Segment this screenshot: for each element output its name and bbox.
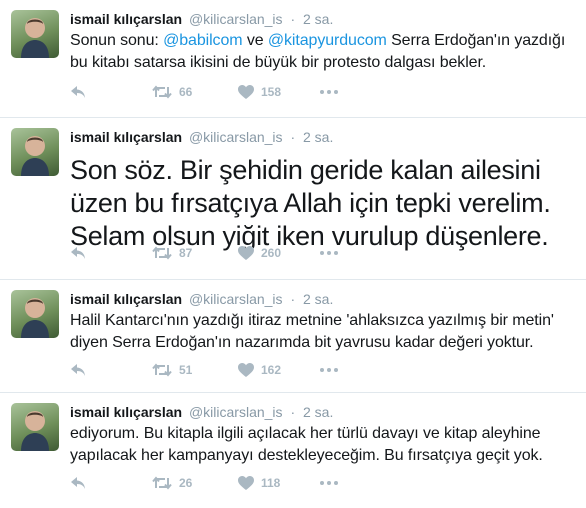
- text-part: ve: [242, 32, 268, 49]
- like-button[interactable]: 162: [238, 363, 320, 377]
- like-count: 162: [261, 363, 282, 377]
- retweet-count: 26: [179, 476, 193, 490]
- avatar[interactable]: [11, 290, 59, 338]
- avatar[interactable]: [11, 128, 59, 176]
- separator-dot: ·: [290, 129, 296, 145]
- tweet[interactable]: ismail kılıçarslan @kilicarslan_is · 2 s…: [0, 280, 586, 393]
- tweet-text: Son söz. Bir şehidin geride kalan ailesi…: [70, 155, 551, 251]
- avatar-photo: [21, 298, 49, 338]
- like-count: 158: [261, 85, 282, 99]
- retweet-icon: [152, 85, 172, 99]
- heart-icon: [238, 363, 254, 377]
- like-button[interactable]: 260: [238, 246, 320, 260]
- tweet-actions: 51 162: [70, 360, 338, 380]
- timestamp[interactable]: 2 sa.: [303, 291, 333, 307]
- retweet-icon: [152, 363, 172, 377]
- tweet-actions: 87 260: [70, 243, 338, 263]
- reply-button[interactable]: [70, 476, 152, 490]
- timestamp[interactable]: 2 sa.: [303, 11, 333, 27]
- tweet-text: Sonun sonu: @babilcom ve @kitapyurducom …: [70, 30, 576, 74]
- heart-icon: [238, 85, 254, 99]
- user-handle[interactable]: @kilicarslan_is: [189, 404, 283, 420]
- more-icon: [320, 90, 338, 94]
- timeline: ismail kılıçarslan @kilicarslan_is · 2 s…: [0, 0, 586, 508]
- retweet-button[interactable]: 66: [152, 85, 238, 99]
- like-count: 118: [261, 476, 281, 490]
- mention-link[interactable]: @babilcom: [163, 32, 242, 49]
- heart-icon: [238, 246, 254, 260]
- reply-icon: [71, 477, 85, 489]
- more-button[interactable]: [320, 481, 338, 485]
- text-part: Sonun sonu:: [70, 32, 164, 49]
- more-icon: [320, 251, 338, 255]
- retweet-icon: [152, 246, 172, 260]
- tweet[interactable]: ismail kılıçarslan @kilicarslan_is · 2 s…: [0, 118, 586, 280]
- user-handle[interactable]: @kilicarslan_is: [189, 291, 283, 307]
- user-fullname[interactable]: ismail kılıçarslan: [70, 404, 182, 420]
- tweet-actions: 26 118: [70, 473, 338, 493]
- retweet-button[interactable]: 87: [152, 246, 238, 260]
- user-fullname[interactable]: ismail kılıçarslan: [70, 291, 182, 307]
- tweet-header: ismail kılıçarslan @kilicarslan_is · 2 s…: [70, 128, 333, 146]
- user-handle[interactable]: @kilicarslan_is: [189, 129, 283, 145]
- retweet-count: 66: [179, 85, 193, 99]
- tweet-text: ediyorum. Bu kitapla ilgili açılacak her…: [70, 425, 543, 464]
- reply-icon: [71, 86, 85, 98]
- tweet-header: ismail kılıçarslan @kilicarslan_is · 2 s…: [70, 290, 333, 308]
- reply-button[interactable]: [70, 246, 152, 260]
- reply-icon: [71, 364, 85, 376]
- user-handle[interactable]: @kilicarslan_is: [189, 11, 283, 27]
- more-icon: [320, 481, 338, 485]
- retweet-count: 51: [179, 363, 193, 377]
- tweet-actions: 66 158: [70, 82, 338, 102]
- avatar-photo: [21, 18, 49, 58]
- avatar-photo: [21, 411, 49, 451]
- tweet[interactable]: ismail kılıçarslan @kilicarslan_is · 2 s…: [0, 393, 586, 508]
- retweet-icon: [152, 476, 172, 490]
- retweet-button[interactable]: 26: [152, 476, 238, 490]
- more-button[interactable]: [320, 251, 338, 255]
- tweet-text: Halil Kantarcı'nın yazdığı itiraz metnin…: [70, 312, 554, 351]
- like-button[interactable]: 118: [238, 476, 320, 490]
- retweet-count: 87: [179, 246, 193, 260]
- retweet-button[interactable]: 51: [152, 363, 238, 377]
- like-count: 260: [261, 246, 282, 260]
- tweet[interactable]: ismail kılıçarslan @kilicarslan_is · 2 s…: [0, 0, 586, 118]
- tweet-header: ismail kılıçarslan @kilicarslan_is · 2 s…: [70, 10, 333, 28]
- reply-button[interactable]: [70, 363, 152, 377]
- separator-dot: ·: [290, 404, 296, 420]
- tweet-header: ismail kılıçarslan @kilicarslan_is · 2 s…: [70, 403, 333, 421]
- like-button[interactable]: 158: [238, 85, 320, 99]
- timestamp[interactable]: 2 sa.: [303, 404, 333, 420]
- reply-icon: [71, 247, 85, 259]
- reply-button[interactable]: [70, 85, 152, 99]
- separator-dot: ·: [290, 291, 296, 307]
- more-icon: [320, 368, 338, 372]
- more-button[interactable]: [320, 368, 338, 372]
- timestamp[interactable]: 2 sa.: [303, 129, 333, 145]
- avatar[interactable]: [11, 403, 59, 451]
- separator-dot: ·: [290, 11, 296, 27]
- more-button[interactable]: [320, 90, 338, 94]
- user-fullname[interactable]: ismail kılıçarslan: [70, 11, 182, 27]
- heart-icon: [238, 476, 254, 490]
- user-fullname[interactable]: ismail kılıçarslan: [70, 129, 182, 145]
- avatar-photo: [21, 136, 49, 176]
- mention-link[interactable]: @kitapyurducom: [268, 32, 387, 49]
- avatar[interactable]: [11, 10, 59, 58]
